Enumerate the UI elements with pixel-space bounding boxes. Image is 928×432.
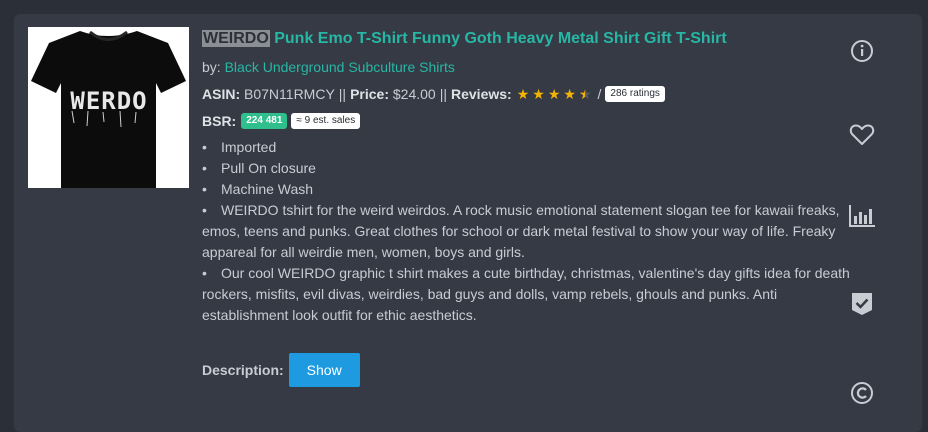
list-item: • Imported <box>202 137 852 158</box>
product-title[interactable]: WEIRDO Punk Emo T-Shirt Funny Goth Heavy… <box>202 28 852 50</box>
description-row: Description: Show <box>202 353 360 387</box>
bsr-line: BSR: 224 481 ≈ 9 est. sales <box>202 112 852 130</box>
reviews-label: Reviews: <box>451 86 512 102</box>
bar-chart-icon[interactable] <box>848 202 876 230</box>
product-image[interactable]: WERDO <box>28 27 189 188</box>
heart-icon[interactable] <box>848 121 876 149</box>
star-icon: ★ <box>532 86 545 102</box>
bsr-label: BSR: <box>202 113 237 129</box>
copyright-icon[interactable] <box>848 379 876 407</box>
bullet-dot: • <box>202 160 207 176</box>
title-highlight: WEIRDO <box>202 30 270 47</box>
by-label: by: <box>202 59 221 75</box>
bullet-dot: • <box>202 265 207 281</box>
rating-slash: / <box>597 86 602 102</box>
est-sales-badge: ≈ 9 est. sales <box>291 113 361 129</box>
shirt-print-text: WERDO <box>70 87 147 115</box>
bullet-dot: • <box>202 202 207 218</box>
list-item: • WEIRDO tshirt for the weird weirdos. A … <box>202 202 840 260</box>
separator: || <box>439 86 447 102</box>
star-icon: ★ <box>579 85 592 103</box>
price-value: $24.00 <box>392 86 436 102</box>
feature-bullets: • Imported • Pull On closure • Machine Wash… <box>202 137 852 326</box>
show-description-button[interactable]: Show <box>288 353 360 387</box>
title-text[interactable]: Punk Emo T-Shirt Funny Goth Heavy Metal … <box>270 30 726 47</box>
bsr-badge: 224 481 <box>241 113 288 129</box>
separator: || <box>338 86 347 102</box>
meta-line: ASIN: B07N11RMCY || Price: $24.00 || Rev… <box>202 85 852 103</box>
star-icon: ★ <box>547 86 561 102</box>
ratings-count-badge: 286 ratings <box>605 86 665 102</box>
info-icon[interactable] <box>848 37 876 65</box>
product-details: WEIRDO Punk Emo T-Shirt Funny Goth Heavy… <box>202 28 852 326</box>
bullet-dot: • <box>202 139 207 155</box>
bullet-dot: • <box>202 181 207 197</box>
star-icon: ★ <box>516 86 530 102</box>
description-label: Description: <box>202 362 284 378</box>
rating-stars: ★ ★ ★ ★ ★ <box>517 85 595 103</box>
list-item: • Our cool WEIRDO graphic t shirt makes a… <box>202 265 850 323</box>
star-icon: ★ <box>563 86 576 102</box>
asin-label: ASIN: <box>202 86 241 102</box>
list-item: • Machine Wash <box>202 179 852 200</box>
asin-value: B07N11RMCY <box>244 86 335 102</box>
price-label: Price: <box>350 86 389 102</box>
brand-line: by: Black Underground Subculture Shirts <box>202 58 852 76</box>
list-item: • Pull On closure <box>202 158 852 179</box>
shield-check-icon[interactable] <box>848 290 876 318</box>
brand-link[interactable]: Black Underground Subculture Shirts <box>225 59 455 75</box>
